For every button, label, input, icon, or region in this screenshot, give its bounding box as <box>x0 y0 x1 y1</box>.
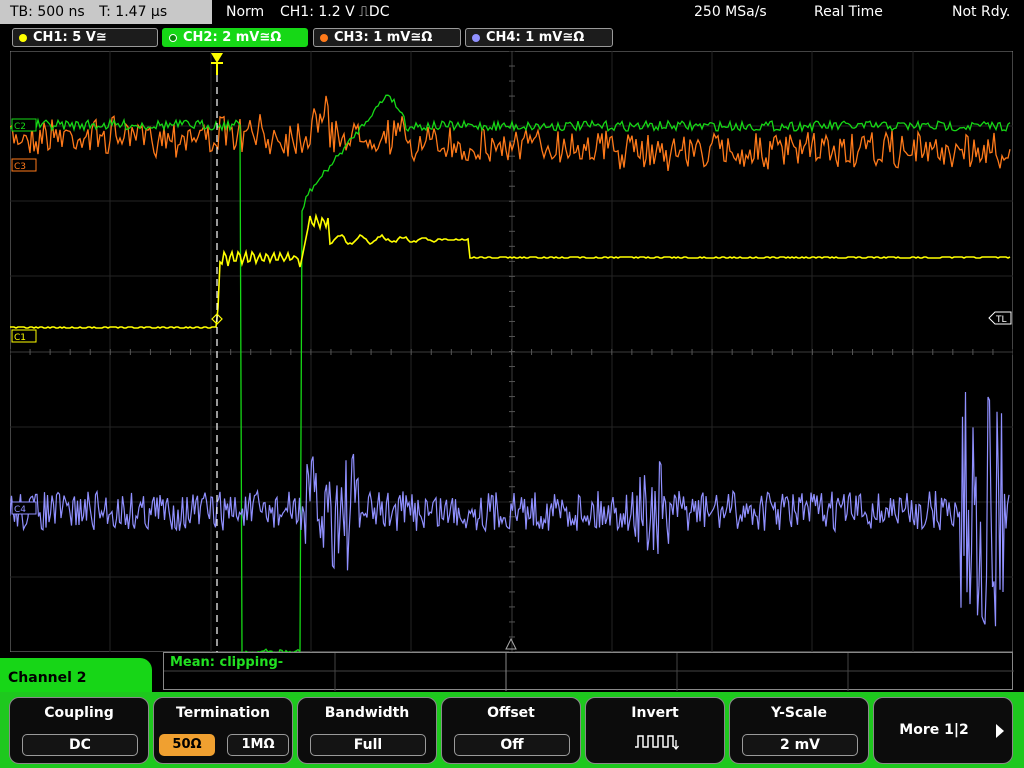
tab-ch2[interactable]: CH2: 2 mV≅Ω <box>162 28 308 47</box>
tab-ch3-label: CH3: 1 mV≅Ω <box>334 30 433 45</box>
bandwidth-softkey[interactable]: Bandwidth Full <box>297 697 437 764</box>
ch2-ground-marker[interactable]: C2 <box>11 118 37 132</box>
svg-text:TL: TL <box>995 315 1007 325</box>
ch1-ground-marker[interactable]: C1 <box>11 329 37 343</box>
yscale-title: Y-Scale <box>770 705 827 721</box>
acquisition-mode: Real Time <box>814 4 883 20</box>
tab-ch4-label: CH4: 1 mV≅Ω <box>486 30 585 45</box>
termination-1mohm-option[interactable]: 1MΩ <box>227 734 289 756</box>
termination-title: Termination <box>176 705 270 721</box>
timebase-readout: TB: 500 ns <box>10 4 85 20</box>
measurement-panel[interactable]: Mean: clipping- <box>163 652 1014 691</box>
tab-ch4[interactable]: CH4: 1 mV≅Ω <box>465 28 613 47</box>
more-arrow-icon <box>996 724 1004 738</box>
coupling-title: Coupling <box>44 705 114 721</box>
termination-softkey[interactable]: Termination 50Ω 1MΩ <box>153 697 293 764</box>
ch3-ground-marker[interactable]: C3 <box>11 158 37 172</box>
tab-ch2-label: CH2: 2 mV≅Ω <box>183 30 282 45</box>
ch1-color-dot <box>19 34 27 42</box>
coupling-value[interactable]: DC <box>22 734 138 756</box>
tab-ch1-label: CH1: 5 V≅ <box>33 30 107 45</box>
status-bar: TB: 500 ns T: 1.47 µs Norm CH1: 1.2 V ⎍D… <box>0 0 1024 26</box>
invert-pulse-icon <box>635 735 679 751</box>
ch4-ground-marker[interactable]: C4 <box>11 501 37 515</box>
invert-title: Invert <box>631 705 679 721</box>
offset-title: Offset <box>487 705 535 721</box>
time-offset-readout: T: 1.47 µs <box>99 4 168 20</box>
svg-text:C2: C2 <box>14 122 26 132</box>
termination-50ohm-option[interactable]: 50Ω <box>159 734 215 756</box>
measurement-grid <box>164 653 1014 691</box>
tab-ch3[interactable]: CH3: 1 mV≅Ω <box>313 28 461 47</box>
svg-text:C4: C4 <box>14 505 26 515</box>
offset-softkey[interactable]: Offset Off <box>441 697 581 764</box>
ch2-color-dot <box>169 34 177 42</box>
trigger-info[interactable]: CH1: 1.2 V ⎍DC <box>280 0 389 24</box>
more-softkey[interactable]: More 1|2 <box>873 697 1013 764</box>
measurement-readout: Mean: clipping- <box>170 655 284 670</box>
tab-ch1[interactable]: CH1: 5 V≅ <box>12 28 158 47</box>
trigger-mode[interactable]: Norm <box>226 0 264 24</box>
yscale-softkey[interactable]: Y-Scale 2 mV <box>729 697 869 764</box>
more-label: More 1|2 <box>899 722 969 738</box>
bandwidth-title: Bandwidth <box>324 705 410 721</box>
sample-rate: 250 MSa/s <box>694 4 767 20</box>
timebase-box[interactable]: TB: 500 ns T: 1.47 µs <box>0 0 212 24</box>
coupling-softkey[interactable]: Coupling DC <box>9 697 149 764</box>
ch4-color-dot <box>472 34 480 42</box>
yscale-value[interactable]: 2 mV <box>742 734 858 756</box>
invert-softkey[interactable]: Invert <box>585 697 725 764</box>
svg-text:C3: C3 <box>14 162 26 172</box>
svg-text:C1: C1 <box>14 333 26 343</box>
bandwidth-value[interactable]: Full <box>310 734 426 756</box>
acquisition-state: Not Rdy. <box>952 4 1011 20</box>
ch3-color-dot <box>320 34 328 42</box>
offset-value[interactable]: Off <box>454 734 570 756</box>
waveform-display[interactable]: C2 C3 C1 C4 TL <box>10 51 1013 652</box>
